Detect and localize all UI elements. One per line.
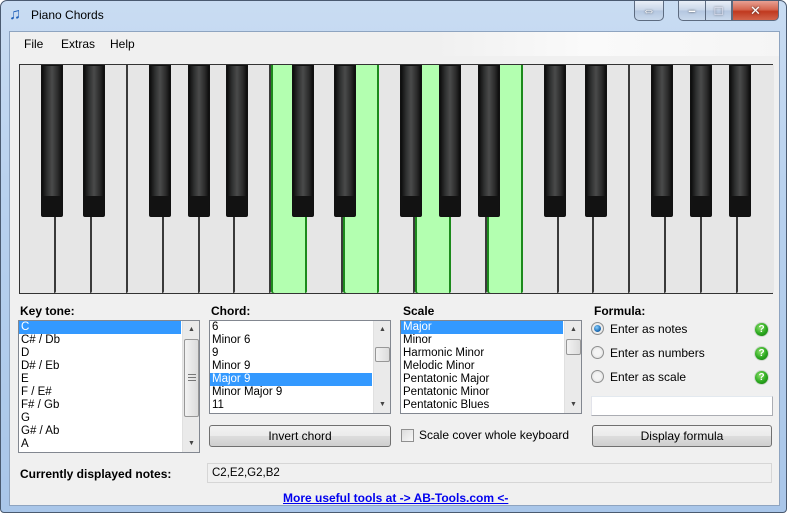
scroll-thumb[interactable] — [375, 347, 390, 362]
chord-item[interactable]: Minor 6 — [210, 334, 372, 347]
scroll-thumb[interactable] — [184, 339, 199, 417]
scale-list[interactable]: Major Minor Harmonic Minor Melodic Minor Pen… — [400, 320, 582, 414]
scale-scrollbar[interactable]: ▲ ▼ — [564, 321, 581, 413]
black-key-csharp1[interactable] — [40, 65, 63, 217]
chord-item[interactable]: Major 9 — [210, 373, 372, 386]
scale-item[interactable]: Pentatonic Blues — [401, 399, 563, 412]
key-tone-item[interactable]: D — [19, 347, 181, 360]
radio-enter-as-scale[interactable] — [591, 370, 604, 383]
chord-list[interactable]: 6 Minor 6 9 Minor 9 Major 9 Minor Major 9 11 ▲… — [209, 320, 391, 414]
menu-bar: File Extras Help — [10, 32, 779, 56]
scroll-thumb[interactable] — [566, 339, 581, 355]
piano-keyboard[interactable] — [19, 64, 774, 294]
scale-item[interactable]: Harmonic Minor — [401, 347, 563, 360]
black-key-asharp3[interactable] — [729, 65, 752, 217]
scale-item[interactable]: Pentatonic Minor — [401, 386, 563, 399]
black-key-asharp2[interactable] — [477, 65, 500, 217]
title-bar[interactable]: ♫ Piano Chords ⇔ – □ ✕ — [1, 1, 786, 31]
black-key-dsharp2[interactable] — [334, 65, 357, 217]
black-key-csharp3[interactable] — [543, 65, 566, 217]
formula-label: Formula: — [594, 304, 646, 318]
scroll-down-icon[interactable]: ▼ — [374, 396, 390, 413]
invert-chord-button[interactable]: Invert chord — [209, 425, 391, 447]
client-area: File Extras Help Key tone: C C# / Db D D# /… — [9, 31, 780, 506]
enter-as-notes-label[interactable]: Enter as notes — [610, 322, 687, 336]
chord-item[interactable]: 9 — [210, 347, 372, 360]
minimize-button[interactable]: – — [678, 1, 706, 21]
scroll-down-icon[interactable]: ▼ — [565, 396, 581, 413]
ab-tools-link[interactable]: More useful tools at -> AB-Tools.com <- — [283, 491, 508, 505]
chord-item[interactable]: 6 — [210, 321, 372, 334]
black-key-csharp2[interactable] — [292, 65, 315, 217]
resize-button[interactable]: ⇔ — [634, 1, 664, 21]
radio-enter-as-numbers[interactable] — [591, 346, 604, 359]
enter-as-numbers-label[interactable]: Enter as numbers — [610, 346, 705, 360]
maximize-icon: □ — [714, 3, 723, 18]
app-window: ♫ Piano Chords ⇔ – □ ✕ File Extras Help … — [0, 0, 787, 513]
help-icon[interactable]: ? — [755, 347, 768, 360]
black-key-dsharp3[interactable] — [585, 65, 608, 217]
scale-item[interactable]: Pentatonic Major — [401, 373, 563, 386]
chord-item[interactable]: Minor 9 — [210, 360, 372, 373]
key-tone-items: C C# / Db D D# / Eb E F / E# F# / Gb G G# / Ab A — [19, 321, 199, 451]
help-icon[interactable]: ? — [755, 323, 768, 336]
scale-cover-checkbox[interactable] — [401, 429, 414, 442]
minimize-icon: – — [688, 3, 696, 18]
key-tone-label: Key tone: — [20, 304, 75, 318]
scroll-up-icon[interactable]: ▲ — [374, 321, 390, 338]
chord-scrollbar[interactable]: ▲ ▼ — [373, 321, 390, 413]
close-icon: ✕ — [750, 2, 761, 18]
key-tone-item[interactable]: D# / Eb — [19, 360, 181, 373]
display-formula-button[interactable]: Display formula — [592, 425, 772, 447]
black-key-fsharp1[interactable] — [148, 65, 171, 217]
scale-item[interactable]: Major — [401, 321, 563, 334]
key-tone-item[interactable]: F# / Gb — [19, 399, 181, 412]
black-key-dsharp1[interactable] — [82, 65, 105, 217]
window-title: Piano Chords — [31, 8, 104, 22]
key-tone-item[interactable]: C — [19, 321, 181, 334]
chord-label: Chord: — [211, 304, 251, 318]
menu-file[interactable]: File — [24, 37, 43, 51]
close-button[interactable]: ✕ — [732, 1, 779, 21]
displayed-notes-label: Currently displayed notes: — [20, 467, 172, 481]
scroll-down-icon[interactable]: ▼ — [183, 435, 199, 452]
key-tone-item[interactable]: G — [19, 412, 181, 425]
black-key-fsharp2[interactable] — [399, 65, 422, 217]
black-key-gsharp2[interactable] — [438, 65, 461, 217]
menu-extras[interactable]: Extras — [61, 37, 95, 51]
help-icon[interactable]: ? — [755, 371, 768, 384]
black-key-fsharp3[interactable] — [651, 65, 674, 217]
key-tone-scrollbar[interactable]: ▲ ▼ — [182, 321, 199, 452]
scale-items: Major Minor Harmonic Minor Melodic Minor Pen… — [401, 321, 581, 412]
key-tone-list[interactable]: C C# / Db D D# / Eb E F / E# F# / Gb G G# / Ab A … — [18, 320, 200, 453]
scale-item[interactable]: Minor — [401, 334, 563, 347]
music-note-icon: ♫ — [9, 6, 21, 23]
maximize-button[interactable]: □ — [705, 1, 732, 21]
displayed-notes-field: C2,E2,G2,B2 — [207, 463, 772, 483]
black-key-gsharp3[interactable] — [690, 65, 713, 217]
key-tone-item[interactable]: C# / Db — [19, 334, 181, 347]
scale-label: Scale — [403, 304, 435, 318]
double-arrow-icon: ⇔ — [642, 3, 656, 18]
scale-cover-label[interactable]: Scale cover whole keyboard — [419, 428, 569, 442]
scale-item[interactable]: Melodic Minor — [401, 360, 563, 373]
key-tone-item[interactable]: A — [19, 438, 181, 451]
scroll-up-icon[interactable]: ▲ — [183, 321, 199, 338]
key-tone-item[interactable]: E — [19, 373, 181, 386]
enter-as-scale-label[interactable]: Enter as scale — [610, 370, 686, 384]
chord-items: 6 Minor 6 9 Minor 9 Major 9 Minor Major 9 11 — [210, 321, 390, 412]
black-key-asharp1[interactable] — [226, 65, 249, 217]
chord-item[interactable]: Minor Major 9 — [210, 386, 372, 399]
scroll-up-icon[interactable]: ▲ — [565, 321, 581, 338]
black-key-gsharp1[interactable] — [187, 65, 210, 217]
chord-item[interactable]: 11 — [210, 399, 372, 412]
key-tone-item[interactable]: G# / Ab — [19, 425, 181, 438]
radio-enter-as-notes[interactable] — [591, 322, 604, 335]
menu-help[interactable]: Help — [110, 37, 135, 51]
formula-input[interactable] — [591, 396, 773, 416]
key-tone-item[interactable]: F / E# — [19, 386, 181, 399]
